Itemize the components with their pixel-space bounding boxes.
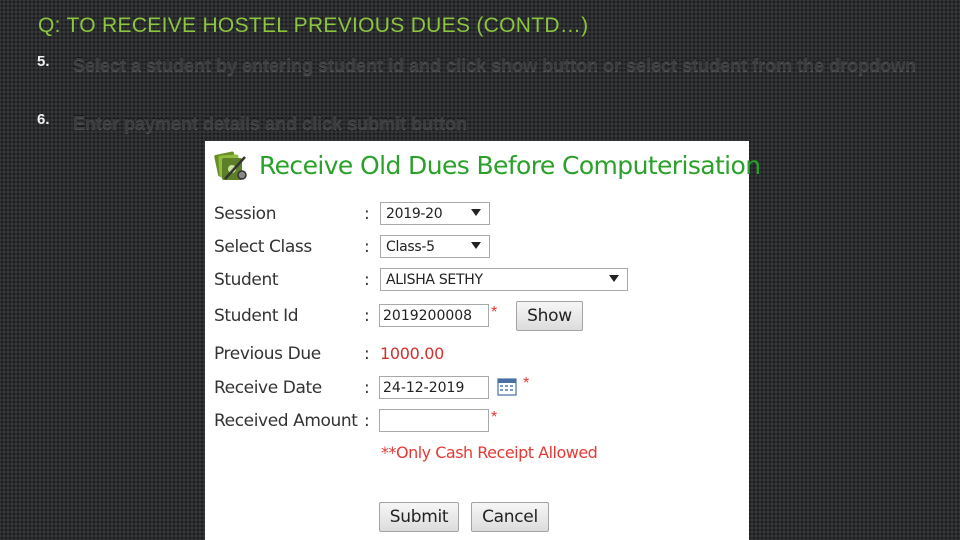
step-text: Select a student by entering student id … bbox=[73, 55, 917, 75]
student-label: Student bbox=[214, 270, 279, 290]
instruction-step-6: 6. Enter payment details and click submi… bbox=[37, 111, 927, 137]
instruction-step-5: 5. Select a student by entering student … bbox=[37, 53, 927, 103]
step-number: 6. bbox=[37, 111, 50, 128]
received-amount-label: Received Amount bbox=[214, 411, 358, 431]
previous-due-value: 1000.00 bbox=[380, 344, 445, 363]
receive-date-input[interactable]: 24-12-2019 bbox=[379, 376, 489, 399]
colon: : bbox=[364, 344, 370, 364]
student-id-input[interactable]: 2019200008 bbox=[379, 304, 489, 327]
class-select[interactable]: Class-5 bbox=[380, 235, 490, 258]
chevron-down-icon bbox=[471, 209, 481, 216]
required-marker: * bbox=[491, 304, 498, 321]
colon: : bbox=[364, 306, 370, 326]
student-id-label: Student Id bbox=[214, 306, 299, 326]
colon: : bbox=[364, 378, 370, 398]
chevron-down-icon bbox=[609, 275, 619, 282]
colon: : bbox=[364, 411, 370, 431]
colon: : bbox=[364, 237, 370, 257]
show-button[interactable]: Show bbox=[516, 301, 583, 331]
step-text: Enter payment details and click submit b… bbox=[73, 113, 468, 133]
required-marker: * bbox=[523, 375, 530, 392]
class-value: Class-5 bbox=[386, 239, 435, 255]
cancel-button[interactable]: Cancel bbox=[471, 502, 549, 532]
class-label: Select Class bbox=[214, 237, 312, 257]
previous-due-label: Previous Due bbox=[214, 344, 321, 364]
chevron-down-icon bbox=[471, 242, 481, 249]
receive-date-label: Receive Date bbox=[214, 378, 322, 398]
form-title: Receive Old Dues Before Computerisation bbox=[259, 151, 761, 180]
money-stack-icon bbox=[214, 151, 247, 180]
submit-button[interactable]: Submit bbox=[379, 502, 459, 532]
form-header: Receive Old Dues Before Computerisation bbox=[211, 147, 761, 185]
step-number: 5. bbox=[37, 53, 50, 70]
cash-receipt-note: **Only Cash Receipt Allowed bbox=[381, 443, 598, 462]
slide-title: Q: TO RECEIVE HOSTEL PREVIOUS DUES (CONT… bbox=[38, 14, 589, 37]
session-value: 2019-20 bbox=[386, 206, 443, 222]
student-value: ALISHA SETHY bbox=[386, 272, 483, 288]
session-label: Session bbox=[214, 204, 277, 224]
calendar-icon[interactable] bbox=[497, 377, 517, 396]
required-marker: * bbox=[491, 409, 498, 426]
received-amount-input[interactable] bbox=[379, 409, 489, 432]
student-select[interactable]: ALISHA SETHY bbox=[380, 268, 628, 291]
colon: : bbox=[364, 204, 370, 224]
session-select[interactable]: 2019-20 bbox=[380, 202, 490, 225]
receive-old-dues-form: Receive Old Dues Before Computerisation … bbox=[205, 141, 761, 540]
colon: : bbox=[364, 270, 370, 290]
